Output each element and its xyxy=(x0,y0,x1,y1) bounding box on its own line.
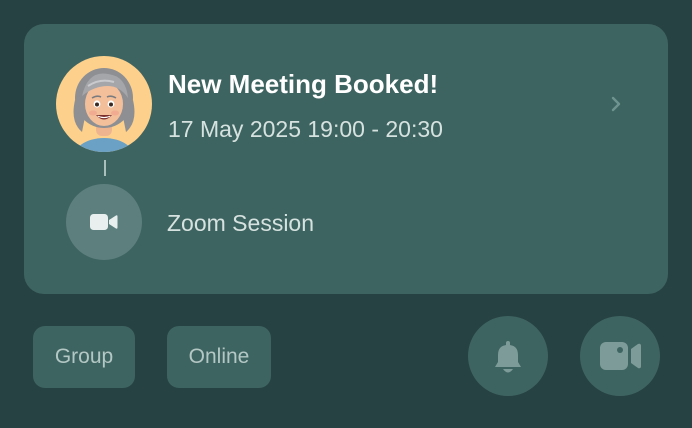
bell-icon xyxy=(495,341,521,373)
tag-online[interactable]: Online xyxy=(167,326,271,388)
session-type-badge xyxy=(66,184,142,260)
video-camera-icon xyxy=(600,342,641,370)
avatar xyxy=(56,56,152,152)
chevron-right-icon[interactable] xyxy=(606,92,626,116)
memoji-avatar-icon xyxy=(73,68,135,152)
timeline-connector xyxy=(104,160,106,176)
notification-bell-button[interactable] xyxy=(468,316,548,396)
session-label: Zoom Session xyxy=(167,210,315,236)
meeting-notification-card[interactable]: New Meeting Booked! 17 May 2025 19:00 - … xyxy=(24,24,668,294)
meeting-datetime: 17 May 2025 19:00 - 20:30 xyxy=(168,116,443,142)
notification-title: New Meeting Booked! xyxy=(168,69,439,99)
tag-group[interactable]: Group xyxy=(33,326,135,388)
video-call-button[interactable] xyxy=(580,316,660,396)
video-camera-icon xyxy=(90,214,118,230)
